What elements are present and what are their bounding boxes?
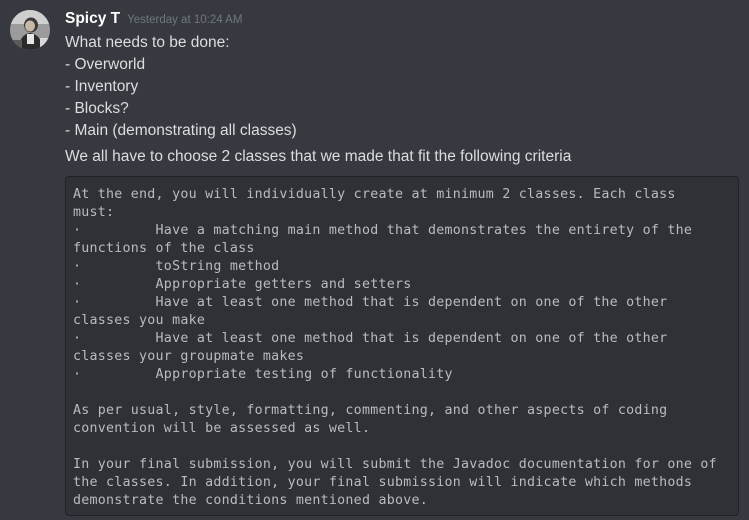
code-line: · Appropriate testing of functionality	[73, 367, 453, 382]
code-line: · Have a matching main method that demon…	[73, 223, 693, 238]
code-line: must:	[73, 205, 115, 220]
code-line: demonstrate the conditions mentioned abo…	[73, 493, 428, 508]
code-line: As per usual, style, formatting, comment…	[73, 403, 668, 418]
chat-message: Spicy T Yesterday at 10:24 AM What needs…	[0, 0, 749, 520]
code-line: · toString method	[73, 259, 280, 274]
author-name[interactable]: Spicy T	[65, 10, 120, 28]
code-line: · Appropriate getters and setters	[73, 277, 412, 292]
message-timestamp: Yesterday at 10:24 AM	[127, 14, 243, 26]
code-line: In your final submission, you will submi…	[73, 457, 717, 472]
message-text-line: - Inventory	[65, 78, 139, 95]
code-line: · Have at least one method that is depen…	[73, 295, 668, 310]
code-line: classes you make	[73, 313, 206, 328]
message-text-line: - Main (demonstrating all classes)	[65, 122, 297, 139]
code-line: functions of the class	[73, 241, 255, 256]
message-text-line: - Overworld	[65, 56, 146, 73]
code-line: convention will be assessed as well.	[73, 421, 371, 436]
message-text-line: We all have to choose 2 classes that we …	[65, 148, 572, 165]
message-text-line: - Blocks?	[65, 100, 129, 117]
user-avatar[interactable]	[10, 10, 50, 50]
code-line: the classes. In addition, your final sub…	[73, 475, 693, 490]
message-header: Spicy T Yesterday at 10:24 AM	[65, 10, 242, 32]
code-block[interactable]: At the end, you will individually create…	[65, 176, 739, 516]
code-line: classes your groupmate makes	[73, 349, 305, 364]
code-line: At the end, you will individually create…	[73, 187, 676, 202]
code-line: · Have at least one method that is depen…	[73, 331, 668, 346]
message-text-line: What needs to be done:	[65, 34, 230, 51]
